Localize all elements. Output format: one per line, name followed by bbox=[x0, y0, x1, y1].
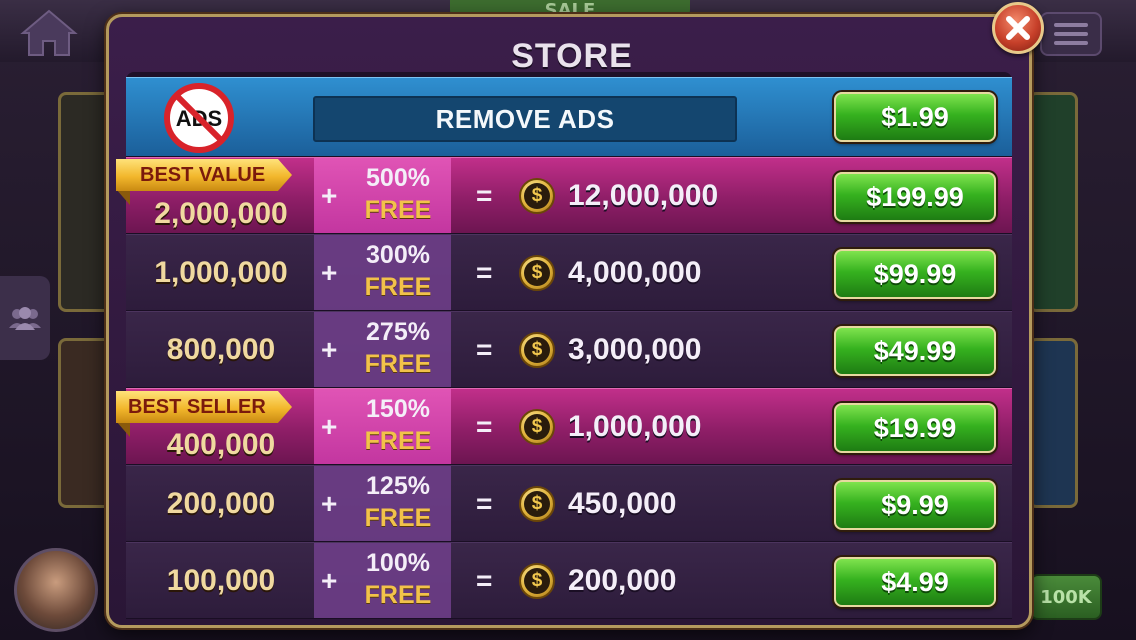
plus-sign: + bbox=[321, 256, 338, 288]
total-amount: 3,000,000 bbox=[568, 332, 702, 366]
coin-icon: $ bbox=[519, 486, 555, 522]
bonus-percent: 500% bbox=[366, 164, 430, 192]
base-amount: 1,000,000 bbox=[154, 255, 288, 289]
buy-button[interactable]: $9.99 bbox=[834, 480, 996, 530]
free-label: FREE bbox=[364, 350, 432, 378]
package-row: 1,000,000 + 300% FREE = $ 4,000,000 $99.… bbox=[126, 234, 1012, 311]
bonus-percent: 100% bbox=[366, 549, 430, 577]
plus-sign: + bbox=[321, 333, 338, 365]
best-seller-ribbon: BEST SELLER bbox=[116, 391, 292, 423]
home-icon[interactable] bbox=[14, 6, 84, 60]
total-amount: 1,000,000 bbox=[568, 409, 702, 443]
coin-icon: $ bbox=[519, 409, 555, 445]
close-icon bbox=[1006, 16, 1030, 40]
no-ads-icon: ADS bbox=[164, 83, 234, 153]
equals-sign: = bbox=[476, 333, 493, 365]
coin-symbol: $ bbox=[524, 568, 550, 594]
coin-icon: $ bbox=[519, 178, 555, 214]
free-label: FREE bbox=[364, 427, 432, 455]
friends-icon[interactable] bbox=[0, 276, 50, 360]
best-value-ribbon: BEST VALUE bbox=[116, 159, 292, 191]
base-amount: 100,000 bbox=[166, 563, 276, 597]
coin-symbol: $ bbox=[524, 260, 550, 286]
remove-ads-label: REMOVE ADS bbox=[313, 96, 737, 142]
remove-ads-row: ADS REMOVE ADS $1.99 bbox=[126, 77, 1012, 157]
player-avatar[interactable] bbox=[14, 548, 98, 632]
free-label: FREE bbox=[364, 273, 432, 301]
coin-icon: $ bbox=[519, 255, 555, 291]
base-amount: 800,000 bbox=[166, 332, 276, 366]
free-label: FREE bbox=[364, 196, 432, 224]
package-row: 200,000 + 125% FREE = $ 450,000 $9.99 bbox=[126, 465, 1012, 542]
bonus-percent: 300% bbox=[366, 241, 430, 269]
package-row: 100,000 + 100% FREE = $ 200,000 $4.99 bbox=[126, 542, 1012, 619]
close-button[interactable] bbox=[992, 2, 1044, 54]
bonus-percent: 125% bbox=[366, 472, 430, 500]
chips-button[interactable]: 100K bbox=[1030, 574, 1102, 620]
free-label: FREE bbox=[364, 581, 432, 609]
coin-symbol: $ bbox=[524, 414, 550, 440]
coin-icon: $ bbox=[519, 332, 555, 368]
buy-button[interactable]: $99.99 bbox=[834, 249, 996, 299]
game-tile[interactable] bbox=[1028, 92, 1078, 312]
total-amount: 200,000 bbox=[568, 563, 677, 597]
plus-sign: + bbox=[321, 179, 338, 211]
remove-ads-price-button[interactable]: $1.99 bbox=[834, 92, 996, 142]
game-tile[interactable] bbox=[1028, 338, 1078, 508]
buy-button[interactable]: $199.99 bbox=[834, 172, 996, 222]
total-amount: 4,000,000 bbox=[568, 255, 702, 289]
bonus-percent: 275% bbox=[366, 318, 430, 346]
plus-sign: + bbox=[321, 487, 338, 519]
plus-sign: + bbox=[321, 564, 338, 596]
base-amount: 200,000 bbox=[166, 486, 276, 520]
store-title: STORE bbox=[511, 37, 633, 75]
coin-symbol: $ bbox=[524, 337, 550, 363]
buy-button[interactable]: $49.99 bbox=[834, 326, 996, 376]
free-label: FREE bbox=[364, 504, 432, 532]
total-amount: 450,000 bbox=[568, 486, 677, 520]
coin-icon: $ bbox=[519, 563, 555, 599]
package-row: 800,000 + 275% FREE = $ 3,000,000 $49.99 bbox=[126, 311, 1012, 388]
equals-sign: = bbox=[476, 564, 493, 596]
plus-sign: + bbox=[321, 410, 338, 442]
bonus-percent: 150% bbox=[366, 395, 430, 423]
coin-symbol: $ bbox=[524, 491, 550, 517]
equals-sign: = bbox=[476, 179, 493, 211]
buy-button[interactable]: $4.99 bbox=[834, 557, 996, 607]
menu-icon[interactable] bbox=[1040, 12, 1102, 56]
total-amount: 12,000,000 bbox=[568, 178, 719, 212]
equals-sign: = bbox=[476, 487, 493, 519]
equals-sign: = bbox=[476, 410, 493, 442]
buy-button[interactable]: $19.99 bbox=[834, 403, 996, 453]
equals-sign: = bbox=[476, 256, 493, 288]
coin-symbol: $ bbox=[524, 183, 550, 209]
